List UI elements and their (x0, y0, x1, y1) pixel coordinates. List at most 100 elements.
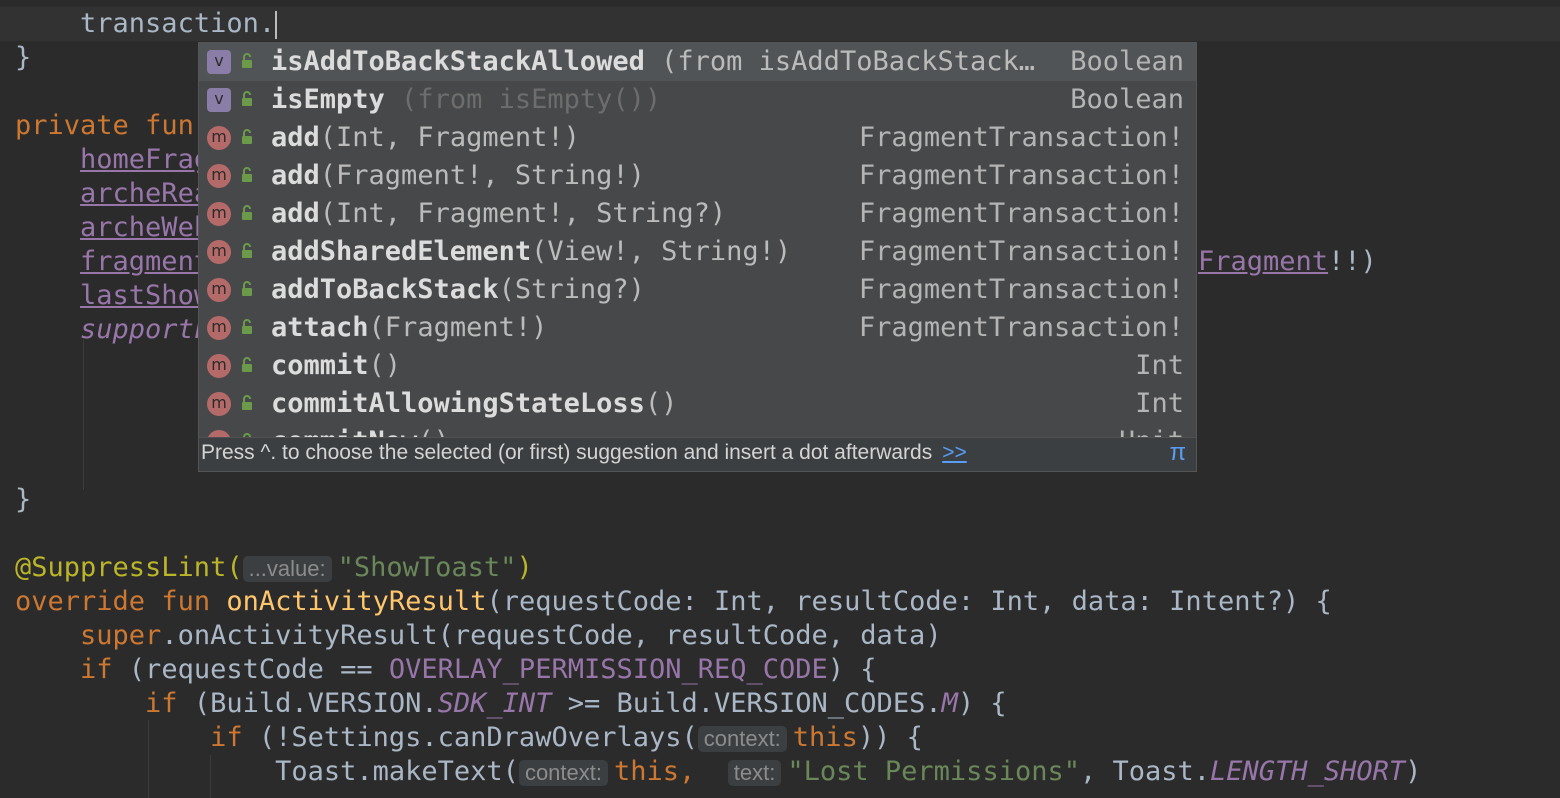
completion-item[interactable]: m add(Int, Fragment!) FragmentTransaction! (199, 119, 1196, 157)
completion-item-label: isEmpty (from isEmpty()) (271, 81, 661, 119)
code-text: ) (1405, 756, 1422, 787)
code-text: Toast.makeText( (275, 756, 519, 787)
code-text: >= Build.VERSION_CODES. (551, 688, 942, 719)
completion-item-name: add (271, 122, 320, 153)
method-icon: m (207, 278, 231, 302)
parameter-hint: text: (727, 760, 782, 786)
string-literal: "ShowToast" (337, 552, 517, 583)
completion-item[interactable]: m add(Fragment!, String!) FragmentTransact… (199, 157, 1196, 195)
method-icon: m (207, 126, 231, 150)
keyword: if (210, 722, 243, 753)
completion-item-signature: (Fragment!) (368, 312, 548, 343)
property-ref: archeRea (80, 178, 211, 209)
keyword: override (15, 586, 146, 617)
constant: OVERLAY_PERMISSION_REQ_CODE (388, 654, 828, 685)
public-visibility-icon (240, 243, 256, 261)
code-text: ) { (827, 654, 877, 685)
completion-item-label: isAddToBackStackAllowed (from isAddToBac… (271, 43, 1035, 81)
method-icon: m (207, 240, 231, 264)
completion-item[interactable]: m attach(Fragment!) FragmentTransaction! (199, 309, 1196, 347)
code-line[interactable]: lastShow (15, 279, 210, 313)
completion-item[interactable]: v isAddToBackStackAllowed (from isAddToBa… (199, 43, 1196, 81)
code-line[interactable]: } (15, 41, 31, 75)
completion-item-label: add(Int, Fragment!, String?) (271, 195, 726, 233)
method-icon: m (207, 354, 231, 378)
public-visibility-icon (240, 129, 256, 147)
code-text: (Build.VERSION. (177, 688, 438, 719)
code-line[interactable]: supportF (15, 313, 210, 347)
keyword: if (80, 654, 113, 685)
public-visibility-icon (240, 205, 256, 223)
completion-item-name: add (271, 160, 320, 191)
completion-item-label: add(Int, Fragment!) (271, 119, 580, 157)
parameter-hint: context: (518, 760, 608, 786)
keyword: private (15, 110, 129, 141)
code-line[interactable]: if (requestCode == OVERLAY_PERMISSION_RE… (15, 653, 877, 687)
code-text: , (679, 756, 696, 787)
completion-item[interactable]: m add(Int, Fragment!, String?) FragmentTra… (199, 195, 1196, 233)
completion-item[interactable]: m addToBackStack(String?) FragmentTransact… (199, 271, 1196, 309)
completion-item-signature: () (417, 426, 450, 437)
code-line[interactable]: override fun onActivityResult(requestCod… (15, 585, 1332, 619)
public-visibility-icon (240, 357, 256, 375)
code-text: transaction. (80, 8, 276, 39)
property-ref: archeWeb (80, 212, 211, 243)
completion-popup[interactable]: v isAddToBackStackAllowed (from isAddToBa… (198, 42, 1197, 472)
code-line[interactable]: private fun (15, 109, 194, 143)
text-caret (275, 10, 278, 39)
completion-item-name: attach (271, 312, 369, 343)
keyword: this (613, 756, 680, 787)
code-line[interactable]: } (15, 483, 31, 517)
code-line-current[interactable]: transaction. (0, 7, 1560, 41)
completion-item[interactable]: m commit() Int (199, 347, 1196, 385)
completion-item-label: addSharedElement(View!, String!) (271, 233, 791, 271)
completion-item-type: Boolean (1070, 46, 1184, 77)
code-text: ) { (957, 688, 1007, 719)
code-line[interactable]: homeFrag (15, 143, 210, 177)
completion-item[interactable]: m commitNow() Unit (199, 423, 1196, 437)
completion-item-type: FragmentTransaction! (858, 236, 1184, 267)
method-icon: m (207, 164, 231, 188)
method-icon: m (207, 316, 231, 340)
completion-list[interactable]: v isAddToBackStackAllowed (from isAddToBa… (199, 43, 1196, 437)
string-literal: "Lost Permissions" (787, 756, 1080, 787)
code-line[interactable]: archeWeb (15, 211, 210, 245)
public-visibility-icon (240, 395, 256, 413)
completion-item-type: Boolean (1070, 84, 1184, 115)
method-icon: m (207, 202, 231, 226)
code-text: .onActivityResult(requestCode, resultCod… (161, 620, 942, 651)
completion-item-type: FragmentTransaction! (858, 274, 1184, 305)
completion-item-name: addSharedElement (271, 236, 532, 267)
completion-item-signature: (from isEmpty()) (384, 84, 662, 115)
keyword: if (145, 688, 178, 719)
code-text: (requestCode == (112, 654, 389, 685)
code-line[interactable]: if (!Settings.canDrawOverlays(context: th… (15, 721, 923, 755)
more-link[interactable]: >> (942, 441, 967, 464)
public-visibility-icon (240, 281, 256, 299)
completion-item[interactable]: m commitAllowingStateLoss() Int (199, 385, 1196, 423)
code-line[interactable]: @SuppressLint(...value: "ShowToast") (15, 551, 533, 585)
code-line[interactable]: fragment (15, 245, 210, 279)
completion-item-signature: (Int, Fragment!) (319, 122, 580, 153)
completion-item-signature: () (368, 350, 402, 381)
pi-icon[interactable]: π (1169, 438, 1186, 468)
code-line[interactable]: if (Build.VERSION.SDK_INT >= Build.VERSI… (15, 687, 1007, 721)
code-line[interactable]: archeRea (15, 177, 210, 211)
type-ref: Fragment (1198, 246, 1329, 277)
completion-item[interactable]: v isEmpty (from isEmpty()) Boolean (199, 81, 1196, 119)
completion-item-label: attach(Fragment!) (271, 309, 547, 347)
completion-item-type: FragmentTransaction! (858, 160, 1184, 191)
property-icon: v (207, 50, 231, 74)
annotation: @SuppressLint( (15, 552, 243, 583)
completion-item-type: Int (1135, 388, 1184, 419)
method-icon: m (207, 392, 231, 416)
completion-item-label: commit() (271, 347, 401, 385)
completion-item-name: isAddToBackStackAllowed (271, 46, 645, 77)
completion-item[interactable]: m addSharedElement(View!, String!) Fragmen… (199, 233, 1196, 271)
completion-item-type: Int (1135, 350, 1184, 381)
completion-item-signature: (String?) (498, 274, 645, 305)
completion-item-label: addToBackStack(String?) (271, 271, 645, 309)
code-line[interactable]: super.onActivityResult(requestCode, resu… (15, 619, 942, 653)
code-text: } (15, 484, 32, 515)
code-line[interactable]: Toast.makeText(context: this, text: "Lost … (15, 755, 1421, 789)
